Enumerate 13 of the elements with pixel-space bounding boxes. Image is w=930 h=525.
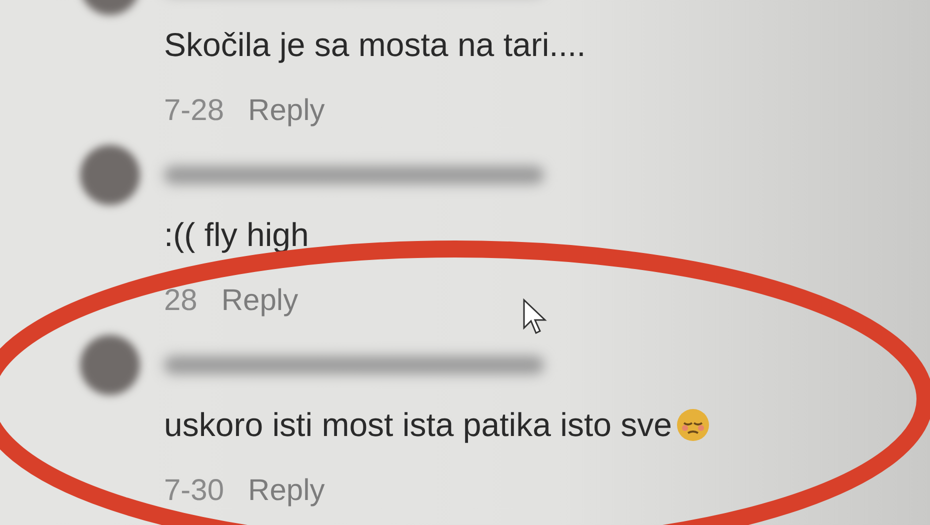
- comment-date: 7-30: [164, 474, 224, 508]
- reply-link[interactable]: Reply: [248, 474, 325, 508]
- avatar[interactable]: [80, 335, 140, 395]
- comment-text: uskoro isti most ista patika isto sve: [164, 406, 672, 444]
- reply-link[interactable]: Reply: [221, 284, 298, 318]
- cursor-icon: [523, 298, 547, 334]
- reply-link[interactable]: Reply: [248, 94, 325, 128]
- comment-text: :(( fly high: [164, 216, 309, 254]
- sad-face-icon: [676, 408, 710, 442]
- comment-date: 7-28: [164, 94, 224, 128]
- avatar[interactable]: [80, 145, 140, 205]
- comment-text: Skočila je sa mosta na tari....: [164, 26, 586, 64]
- comment-date: 28: [164, 284, 198, 318]
